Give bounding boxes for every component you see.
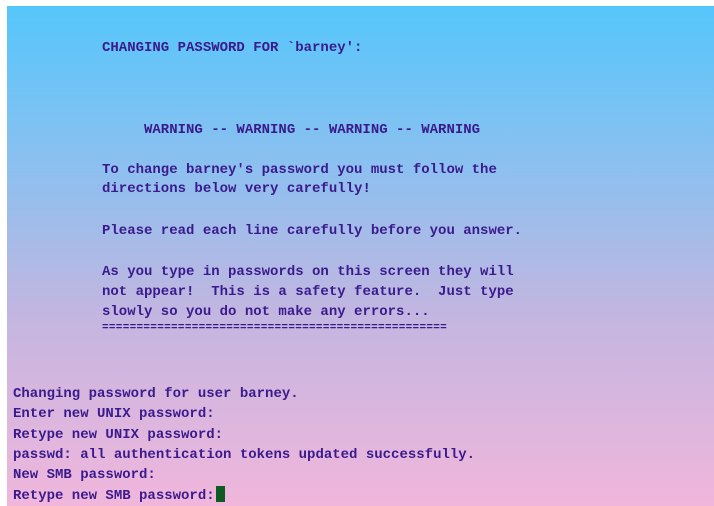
instructions-line-2: directions below very carefully! xyxy=(102,181,371,197)
instructions-line-1: To change barney's password you must fol… xyxy=(102,162,497,178)
safety-line-1: As you type in passwords on this screen … xyxy=(102,264,514,280)
prompt-line[interactable]: Retype new SMB password: xyxy=(13,486,225,505)
terminal-screen[interactable]: CHANGING PASSWORD FOR `barney': WARNING … xyxy=(7,6,714,506)
output-line-4: passwd: all authentication tokens update… xyxy=(13,447,476,463)
output-line-3: Retype new UNIX password: xyxy=(13,427,224,443)
output-line-5: New SMB password: xyxy=(13,467,156,483)
output-line-1: Changing password for user barney. xyxy=(13,386,299,402)
read-note-line: Please read each line carefully before y… xyxy=(102,223,523,239)
prompt-text: Retype new SMB password: xyxy=(13,488,215,504)
text-cursor xyxy=(215,486,225,502)
banner-title: CHANGING PASSWORD FOR `barney': xyxy=(102,40,363,56)
safety-line-2: not appear! This is a safety feature. Ju… xyxy=(102,284,514,300)
warning-line: WARNING -- WARNING -- WARNING -- WARNING xyxy=(144,122,481,138)
separator-line: ========================================… xyxy=(102,322,448,334)
output-line-2: Enter new UNIX password: xyxy=(13,406,215,422)
